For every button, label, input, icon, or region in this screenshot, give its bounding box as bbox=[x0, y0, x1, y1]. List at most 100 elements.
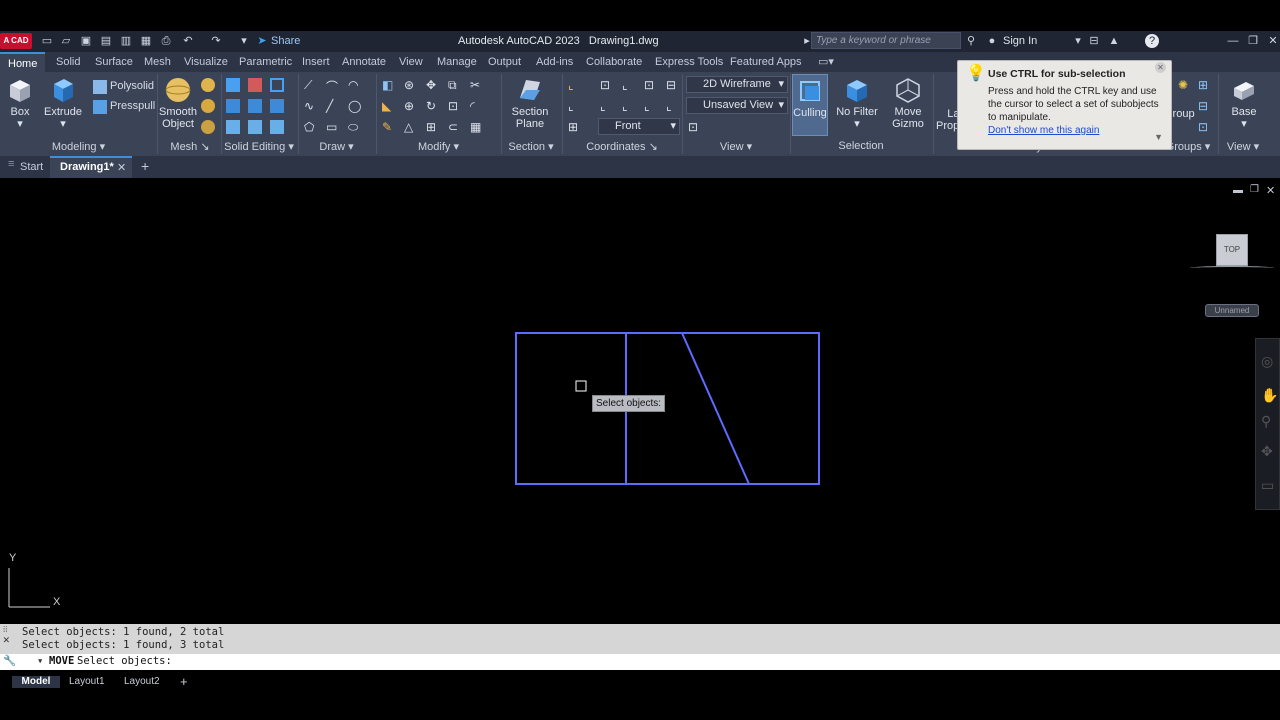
ucs-world-icon[interactable]: ⊡ bbox=[600, 78, 614, 92]
tab-home[interactable]: Home bbox=[0, 52, 46, 72]
rectangle-icon[interactable]: ▭ bbox=[326, 120, 340, 134]
tab-express-tools[interactable]: Express Tools bbox=[655, 52, 723, 72]
ucs-icon[interactable]: ⌞ bbox=[568, 78, 582, 92]
ribbon-minimize-icon[interactable]: ▭▾ bbox=[818, 52, 834, 72]
customize-qat-icon[interactable]: ▾ bbox=[237, 34, 251, 48]
drawing-viewport[interactable]: ▬ ❐ ✕ TOP Unnamed ◎ ✋ ⚲ ✥ ▭ Select objec… bbox=[0, 178, 1280, 618]
trim-icon[interactable]: ✂ bbox=[470, 78, 484, 92]
fillet-edge-icon[interactable] bbox=[248, 120, 262, 134]
panel-view[interactable]: View ▾ bbox=[682, 140, 790, 155]
panel-view-2[interactable]: View ▾ bbox=[1218, 140, 1268, 155]
zoom-icon[interactable]: ⚲ bbox=[1261, 413, 1271, 430]
close-icon[interactable]: ✕ bbox=[1266, 34, 1280, 48]
base-button[interactable]: Base ▾ bbox=[1226, 76, 1262, 130]
scale-icon[interactable]: △ bbox=[404, 120, 418, 134]
open-web-icon[interactable]: ▥ bbox=[119, 34, 133, 48]
intersect-icon[interactable] bbox=[270, 78, 284, 92]
panel-solid-editing[interactable]: Solid Editing ▾ bbox=[221, 140, 297, 155]
mirror-icon[interactable]: ◧ bbox=[382, 78, 396, 92]
slice-icon[interactable] bbox=[226, 99, 240, 113]
culling-button[interactable]: Culling bbox=[792, 74, 828, 136]
tab-collaborate[interactable]: Collaborate bbox=[586, 52, 642, 72]
new-layout-icon[interactable]: + bbox=[180, 674, 188, 689]
viewport-close-icon[interactable]: ✕ bbox=[1266, 184, 1275, 197]
panel-section[interactable]: Section ▾ bbox=[501, 140, 561, 155]
presspull-button[interactable]: Presspull bbox=[110, 100, 155, 112]
ucs-view-icon[interactable]: ⌞ bbox=[600, 99, 614, 113]
tab-solid[interactable]: Solid bbox=[56, 52, 80, 72]
extract-edges-icon[interactable] bbox=[226, 120, 240, 134]
ellipse-icon[interactable]: ⬭ bbox=[348, 120, 362, 134]
tab-add-ins[interactable]: Add-ins bbox=[536, 52, 573, 72]
tooltip-expand-icon[interactable]: ▼ bbox=[1154, 131, 1163, 144]
panel-coordinates[interactable]: Coordinates ↘ bbox=[562, 140, 682, 155]
panel-modify[interactable]: Modify ▾ bbox=[376, 140, 501, 155]
line2-icon[interactable]: ╱ bbox=[326, 99, 340, 113]
group-edit-icon[interactable]: ⊟ bbox=[1198, 99, 1212, 113]
search-input[interactable]: Type a keyword or phrase bbox=[811, 32, 961, 49]
panel-draw[interactable]: Draw ▾ bbox=[298, 140, 375, 155]
view-direction-dropdown[interactable]: Front ▾ bbox=[598, 118, 680, 135]
open-file-icon[interactable]: ▱ bbox=[59, 34, 73, 48]
polygon-icon[interactable]: ⬠ bbox=[304, 120, 318, 134]
user-icon[interactable]: ● bbox=[985, 34, 999, 48]
doc-menu-icon[interactable]: ≡ bbox=[8, 158, 14, 170]
new-tab-icon[interactable]: + bbox=[141, 158, 149, 174]
tab-drawing1[interactable]: Drawing1* ✕ bbox=[50, 156, 132, 178]
autodesk-a360-icon[interactable]: ▲ bbox=[1107, 34, 1121, 48]
mesh-refine-icon[interactable] bbox=[201, 120, 215, 134]
polyline-icon[interactable]: ⌒ bbox=[326, 78, 340, 94]
showmotion-icon[interactable]: ▭ bbox=[1261, 477, 1274, 494]
union-icon[interactable] bbox=[226, 78, 240, 92]
tab-view[interactable]: View bbox=[399, 52, 423, 72]
stretch-icon[interactable]: ⊡ bbox=[448, 99, 462, 113]
join-icon[interactable]: ⊂ bbox=[448, 120, 462, 134]
orbit-icon[interactable]: ✥ bbox=[1261, 443, 1273, 460]
box-button[interactable]: Box ▾ bbox=[4, 76, 36, 130]
polysolid-button[interactable]: Polysolid bbox=[110, 80, 154, 92]
help-icon[interactable]: ? bbox=[1145, 34, 1159, 48]
steering-wheel-icon[interactable]: ◎ bbox=[1261, 353, 1273, 370]
offset-icon[interactable]: ◜ bbox=[470, 99, 484, 113]
undo-icon[interactable]: ↶ bbox=[181, 34, 195, 48]
ucs-zaxis-icon[interactable]: ⌞ bbox=[666, 99, 680, 113]
tab-start[interactable]: Start bbox=[20, 161, 43, 173]
dont-show-again-link[interactable]: Don't show me this again bbox=[988, 125, 1099, 136]
cart-icon[interactable]: ⊟ bbox=[1087, 34, 1101, 48]
erase-icon[interactable]: ✎ bbox=[382, 120, 396, 134]
close-command-icon[interactable]: ✕ bbox=[3, 633, 10, 646]
ungroup-icon[interactable]: ⊞ bbox=[1198, 78, 1212, 92]
tab-annotate[interactable]: Annotate bbox=[342, 52, 386, 72]
line-icon[interactable]: ⟋ bbox=[304, 78, 318, 92]
rect-array-icon[interactable]: ▦ bbox=[470, 120, 484, 134]
tab-visualize[interactable]: Visualize bbox=[184, 52, 228, 72]
circle-icon[interactable]: ◯ bbox=[348, 99, 362, 113]
copy-icon[interactable]: ⧉ bbox=[448, 78, 462, 92]
smooth-object-button[interactable]: Smooth Object bbox=[159, 76, 197, 130]
ucs-x-icon[interactable]: ⌞ bbox=[622, 78, 636, 92]
section-plane-button[interactable]: Section Plane bbox=[507, 76, 553, 130]
viewport-restore-icon[interactable]: ❐ bbox=[1250, 184, 1259, 195]
interfere-icon[interactable] bbox=[270, 99, 284, 113]
ucs-named-icon[interactable]: ⊞ bbox=[568, 120, 582, 134]
mesh-smooth-less-icon[interactable] bbox=[201, 99, 215, 113]
ucs-face-icon[interactable]: ⌞ bbox=[644, 99, 658, 113]
save-as-icon[interactable]: ▤ bbox=[99, 34, 113, 48]
diagonal-line[interactable] bbox=[681, 332, 750, 485]
tab-model[interactable]: Model bbox=[12, 676, 60, 688]
tab-output[interactable]: Output bbox=[488, 52, 521, 72]
ucs-z-icon[interactable]: ⊟ bbox=[666, 78, 680, 92]
group-sun-icon[interactable]: ✺ bbox=[1178, 78, 1192, 92]
separate-icon[interactable] bbox=[270, 120, 284, 134]
panel-selection[interactable]: Selection bbox=[790, 140, 932, 155]
rotate-icon[interactable]: ↻ bbox=[426, 99, 440, 113]
new-file-icon[interactable]: ▭ bbox=[40, 34, 54, 48]
share-icon[interactable]: ➤ bbox=[255, 34, 269, 48]
ucs-origin-icon[interactable]: ⌞ bbox=[568, 99, 582, 113]
close-tab-icon[interactable]: ✕ bbox=[117, 161, 126, 174]
tab-featured-apps[interactable]: Featured Apps bbox=[730, 52, 802, 72]
tab-parametric[interactable]: Parametric bbox=[239, 52, 292, 72]
ucs-3point-icon[interactable]: ⌞ bbox=[622, 99, 636, 113]
tab-layout1[interactable]: Layout1 bbox=[69, 676, 105, 687]
move-gizmo-button[interactable]: Move Gizmo bbox=[886, 76, 930, 130]
